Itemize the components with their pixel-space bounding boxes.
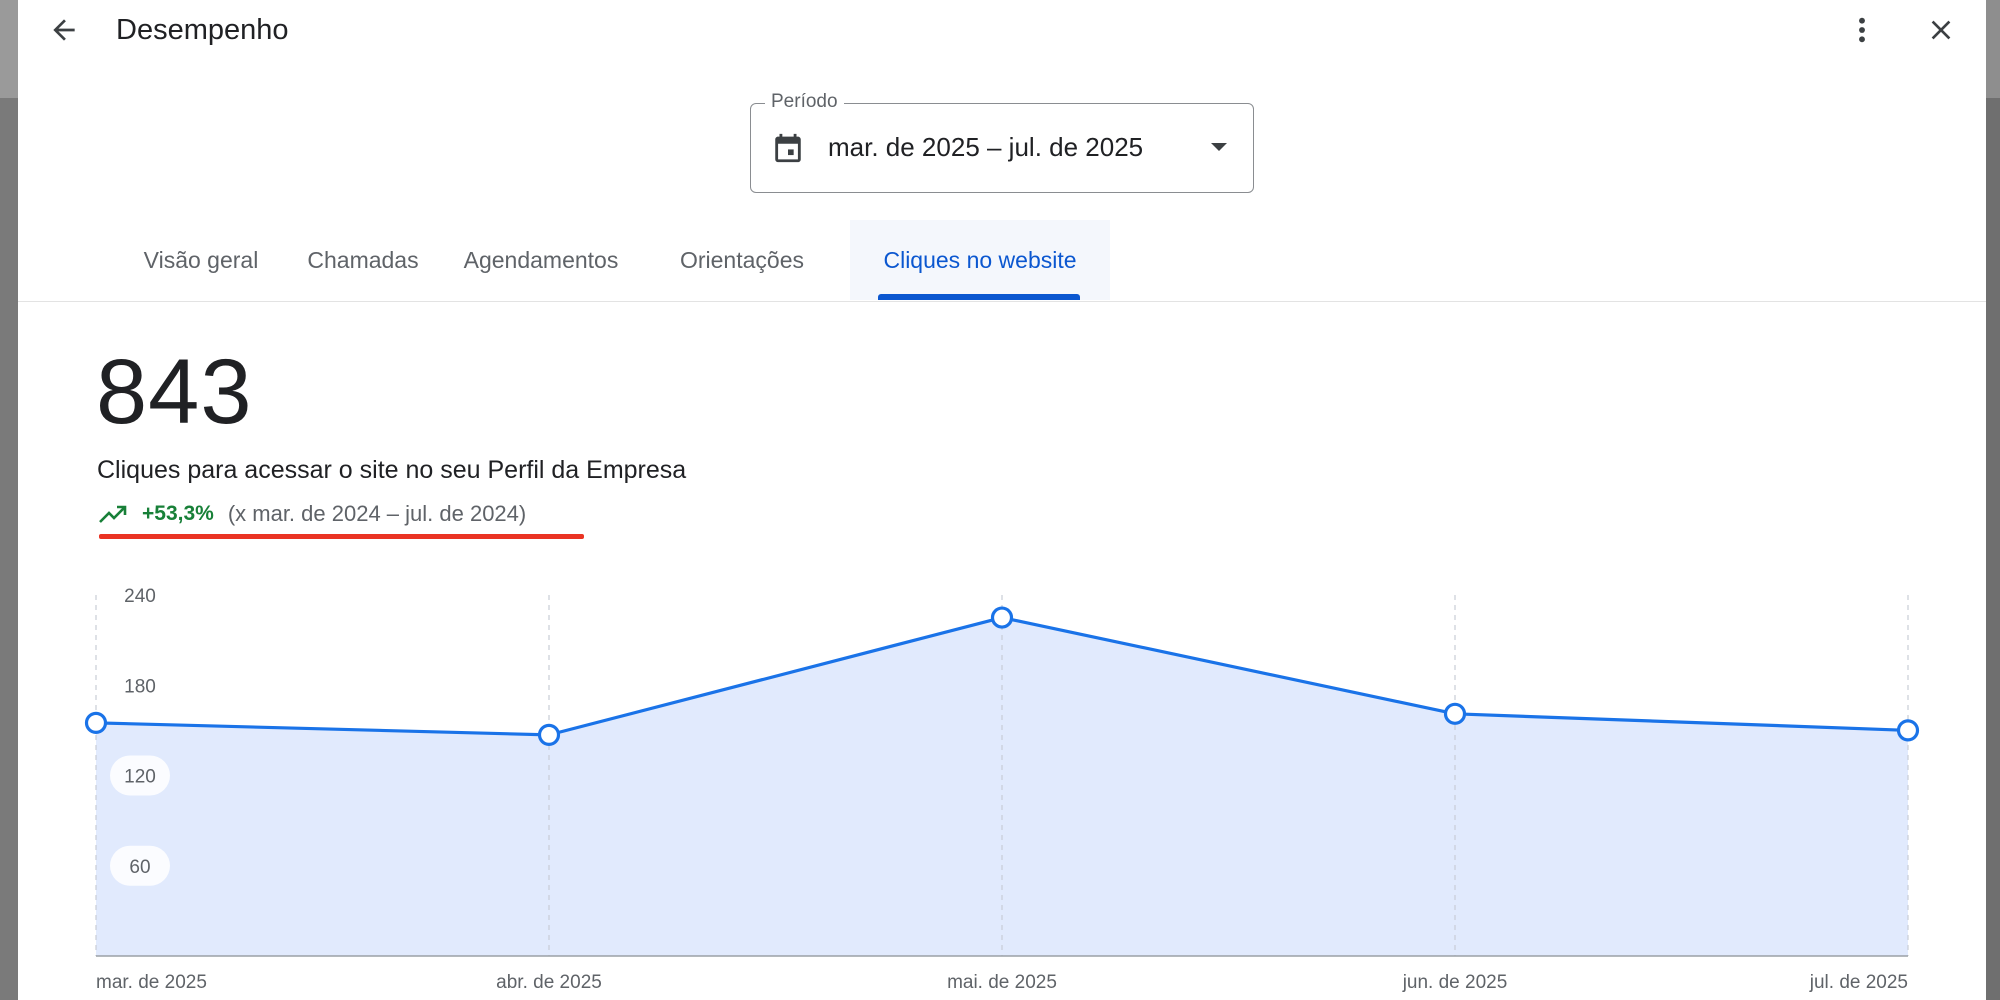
more-vert-icon xyxy=(1859,17,1865,43)
tab-directions[interactable]: Orientações xyxy=(648,220,836,300)
x-tick-label-3: jun. de 2025 xyxy=(1402,972,1508,993)
trend-percentage: +53,3% xyxy=(142,502,214,525)
highlight-underline xyxy=(99,534,584,539)
data-point-3 xyxy=(1443,702,1467,725)
y-tick-label-0: 240 xyxy=(124,586,156,607)
y-tick-label-3: 60 xyxy=(129,857,150,878)
active-tab-indicator xyxy=(878,294,1080,300)
x-tick-label-0: mar. de 2025 xyxy=(96,972,207,993)
page-title: Desempenho xyxy=(116,14,289,46)
performance-dialog: Desempenho Período mar. de 2025 – jul. d… xyxy=(18,0,1986,1000)
close-button[interactable] xyxy=(1917,6,1965,54)
arrow-back-icon xyxy=(53,19,75,41)
x-tick-label-1: abr. de 2025 xyxy=(496,972,602,993)
x-tick-label-2: mai. de 2025 xyxy=(947,972,1057,993)
trend-row: +53,3% (x mar. de 2024 – jul. de 2024) xyxy=(98,498,526,530)
trending-up-icon xyxy=(99,505,127,523)
y-tick-label-1: 180 xyxy=(124,676,156,697)
tab-calls[interactable]: Chamadas xyxy=(292,220,434,300)
tab-bookings[interactable]: Agendamentos xyxy=(444,220,638,300)
period-label: Período xyxy=(765,90,844,114)
y-tick-label-2: 120 xyxy=(124,767,156,788)
more-options-button[interactable] xyxy=(1838,6,1886,54)
period-value: mar. de 2025 – jul. de 2025 xyxy=(828,132,1144,162)
tab-bar: Visão geral Chamadas Agendamentos Orient… xyxy=(18,220,1986,302)
data-point-4 xyxy=(1896,719,1920,742)
total-clicks-value: 843 xyxy=(96,341,253,443)
tab-website-clicks[interactable]: Cliques no website xyxy=(850,220,1110,300)
calendar-icon xyxy=(775,133,801,163)
clicks-chart: 240 180 120 60 mar. de 2025 abr. de 2025 mai. … xyxy=(84,586,1920,993)
period-select[interactable]: Período mar. de 2025 – jul. de 2025 xyxy=(750,90,1254,193)
data-point-2 xyxy=(990,606,1014,629)
back-button[interactable] xyxy=(40,6,88,54)
x-tick-label-4: jul. de 2025 xyxy=(1809,972,1908,993)
metric-description: Cliques para acessar o site no seu Perfi… xyxy=(97,456,687,484)
data-point-1 xyxy=(537,723,561,746)
data-point-0 xyxy=(84,711,108,734)
trend-comparison-period: (x mar. de 2024 – jul. de 2024) xyxy=(227,501,527,526)
close-icon xyxy=(1931,20,1951,40)
dropdown-arrow-icon xyxy=(1211,143,1227,151)
tab-overview[interactable]: Visão geral xyxy=(120,220,282,300)
